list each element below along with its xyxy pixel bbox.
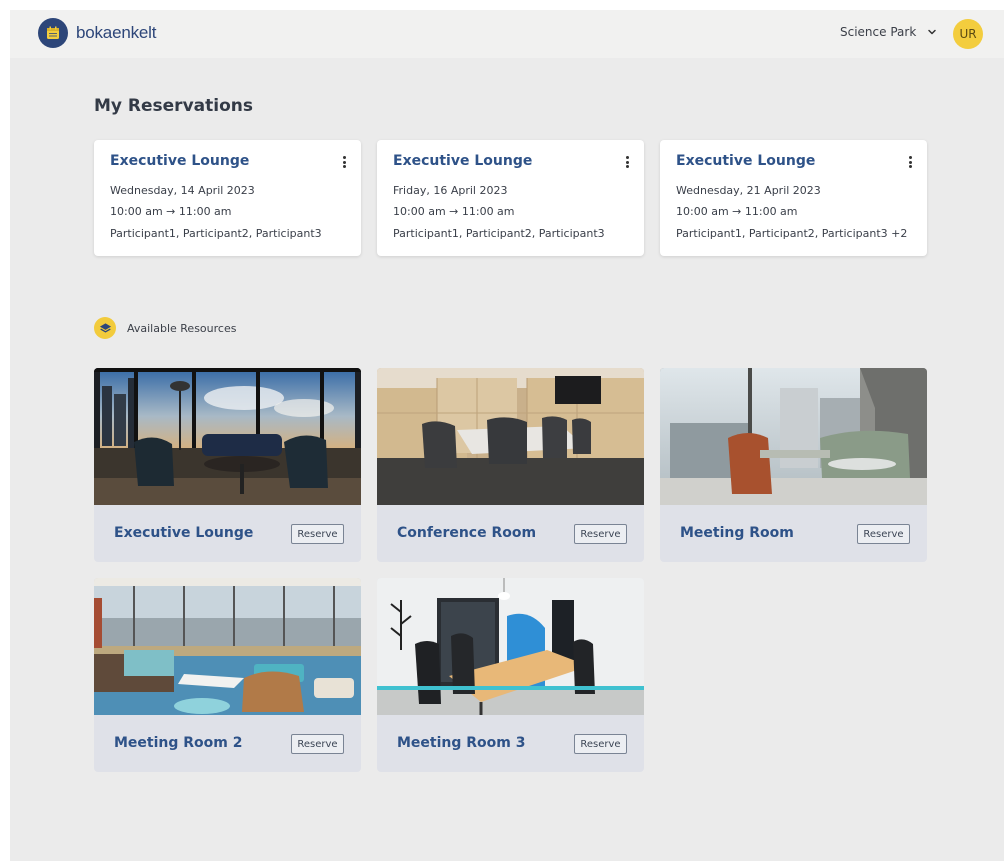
reservation-card[interactable]: Executive Lounge Friday, 16 April 2023 1…	[377, 140, 644, 256]
reservation-time: 10:00 am → 11:00 am	[393, 205, 515, 218]
resource-card-meeting-room[interactable]: Meeting Room Reserve	[660, 368, 927, 562]
available-resources-header: Available Resources	[94, 317, 236, 339]
reserve-button[interactable]: Reserve	[291, 524, 344, 544]
reservation-participants: Participant1, Participant2, Participant3…	[676, 227, 908, 240]
chevron-down-icon	[928, 29, 937, 35]
reservation-card[interactable]: Executive Lounge Wednesday, 21 April 202…	[660, 140, 927, 256]
resource-photo	[94, 578, 361, 715]
resource-name: Meeting Room 2	[114, 735, 243, 751]
location-selector[interactable]: Science Park	[840, 25, 938, 39]
more-options-icon[interactable]	[622, 154, 632, 170]
more-options-icon[interactable]	[905, 154, 915, 170]
resource-photo	[377, 368, 644, 505]
reservation-time: 10:00 am → 11:00 am	[110, 205, 232, 218]
app-window: bokaenkelt Science Park UR My Reservatio…	[10, 10, 1004, 861]
calendar-logo-icon	[38, 18, 68, 48]
reservation-date: Friday, 16 April 2023	[393, 184, 508, 197]
brand-name: bokaenkelt	[76, 23, 157, 42]
reservation-date: Wednesday, 14 April 2023	[110, 184, 255, 197]
resource-photo	[377, 578, 644, 715]
user-initials: UR	[959, 27, 977, 41]
reserve-button[interactable]: Reserve	[291, 734, 344, 754]
reservation-room: Executive Lounge	[676, 153, 816, 169]
layers-icon	[94, 317, 116, 339]
resource-name: Meeting Room	[680, 525, 794, 541]
resource-name: Meeting Room 3	[397, 735, 526, 751]
reserve-button[interactable]: Reserve	[574, 524, 627, 544]
resource-photo	[94, 368, 361, 505]
location-label: Science Park	[840, 25, 917, 39]
resource-name: Conference Room	[397, 525, 537, 541]
reservations-title: My Reservations	[94, 96, 253, 116]
user-avatar[interactable]: UR	[953, 19, 983, 49]
reservation-card[interactable]: Executive Lounge Wednesday, 14 April 202…	[94, 140, 361, 256]
resource-card-executive-lounge[interactable]: Executive Lounge Reserve	[94, 368, 361, 562]
reservation-time: 10:00 am → 11:00 am	[676, 205, 798, 218]
resource-card-meeting-room-3[interactable]: Meeting Room 3 Reserve	[377, 578, 644, 772]
more-options-icon[interactable]	[339, 154, 349, 170]
reservation-date: Wednesday, 21 April 2023	[676, 184, 821, 197]
reserve-button[interactable]: Reserve	[574, 734, 627, 754]
resource-name: Executive Lounge	[114, 525, 254, 541]
available-resources-title: Available Resources	[127, 321, 237, 335]
reservation-room: Executive Lounge	[110, 153, 250, 169]
resource-card-conference-room[interactable]: Conference Room Reserve	[377, 368, 644, 562]
reservation-participants: Participant1, Participant2, Participant3	[110, 227, 322, 240]
brand[interactable]: bokaenkelt	[38, 18, 156, 48]
reservation-participants: Participant1, Participant2, Participant3	[393, 227, 605, 240]
top-bar: bokaenkelt Science Park UR	[10, 10, 1004, 58]
resource-photo	[660, 368, 927, 505]
reserve-button[interactable]: Reserve	[857, 524, 910, 544]
resource-card-meeting-room-2[interactable]: Meeting Room 2 Reserve	[94, 578, 361, 772]
reservation-room: Executive Lounge	[393, 153, 533, 169]
